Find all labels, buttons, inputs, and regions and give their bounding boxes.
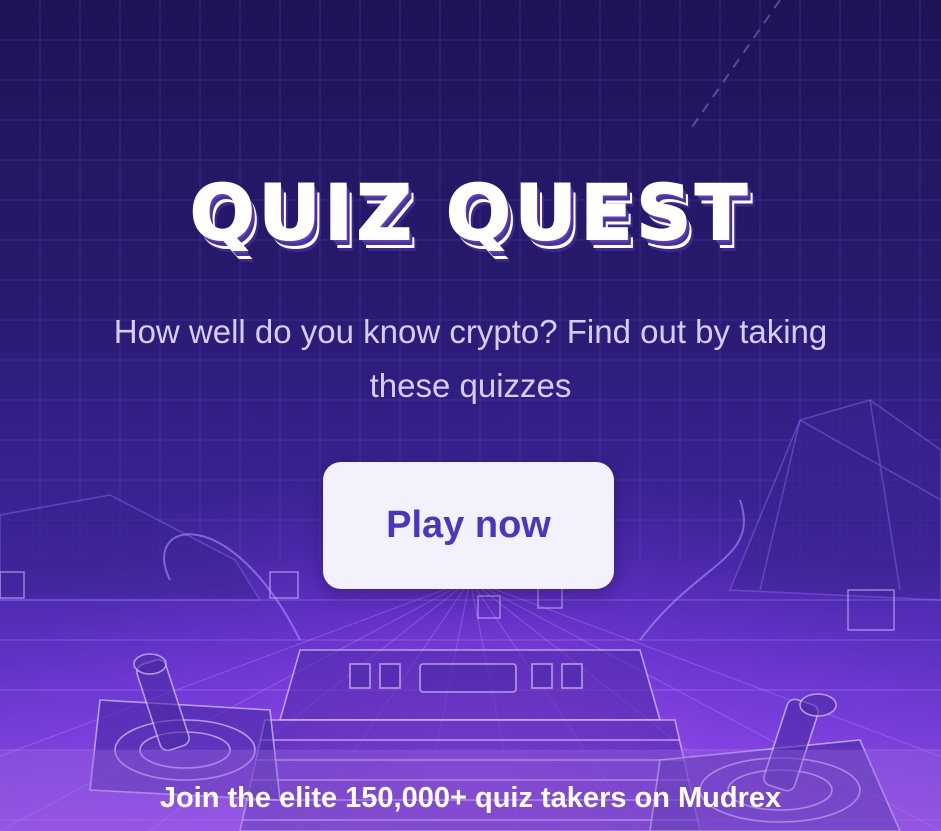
footer-banner: Join the elite 150,000+ quiz takers on M… xyxy=(0,750,941,831)
quiz-quest-banner: QUIZ QUEST How well do you know crypto? … xyxy=(0,0,941,831)
dashed-line xyxy=(689,0,781,131)
page-title: QUIZ QUEST xyxy=(189,167,751,258)
retro-arcade-background xyxy=(0,0,941,831)
play-now-label: Play now xyxy=(386,504,551,546)
footer-text: Join the elite 150,000+ quiz takers on M… xyxy=(159,782,782,814)
play-now-button[interactable]: Play now xyxy=(323,462,614,589)
subtitle-text: How well do you know crypto? Find out by… xyxy=(113,313,828,404)
